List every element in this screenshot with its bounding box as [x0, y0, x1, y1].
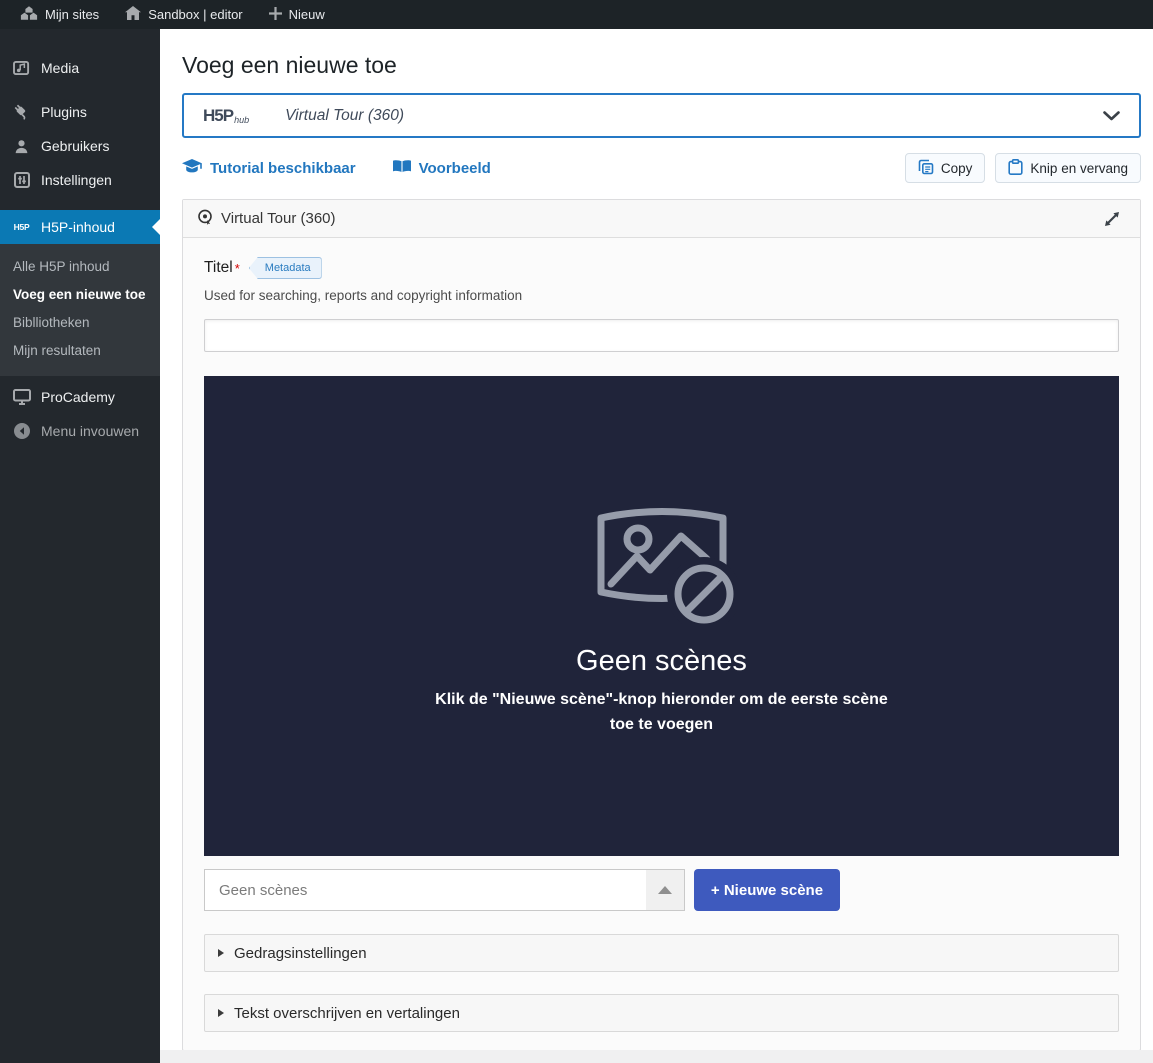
- monitor-icon: [11, 389, 32, 405]
- accordion-text-overrides[interactable]: Tekst overschrijven en vertalingen: [204, 994, 1119, 1032]
- graduation-cap-icon: [182, 159, 202, 178]
- page-title: Voeg een nieuwe toe: [182, 50, 1141, 80]
- title-input[interactable]: [204, 319, 1119, 352]
- sidebar: Media Plugins Gebruikers Instellingen H5…: [0, 29, 160, 1063]
- title-field-label: Titel: [204, 259, 233, 277]
- home-icon: [125, 6, 141, 23]
- sidebar-item-collapse-menu[interactable]: Menu invouwen: [0, 414, 160, 448]
- user-icon: [11, 139, 32, 154]
- clipboard-actions: Copy Knip en vervang: [905, 153, 1141, 183]
- title-field-label-row: Titel * Metadata: [204, 257, 1119, 279]
- triangle-up-icon: [658, 886, 672, 894]
- empty-state-instruction-line1: Klik de "Nieuwe scène"-knop hieronder om…: [435, 691, 888, 708]
- sidebar-collapse-label: Menu invouwen: [41, 423, 139, 439]
- sidebar-media-label: Media: [41, 60, 79, 76]
- accordion-text-overrides-label: Tekst overschrijven en vertalingen: [234, 1005, 460, 1022]
- triangle-right-icon: [218, 949, 224, 957]
- toolbar-row: Tutorial beschikbaar Voorbeeld Copy: [182, 152, 1141, 184]
- sidebar-item-procademy[interactable]: ProCademy: [0, 380, 160, 414]
- sidebar-h5p-label: H5P-inhoud: [41, 219, 115, 235]
- fullscreen-button[interactable]: [1098, 205, 1126, 233]
- collapse-arrow-icon: [11, 422, 32, 440]
- copy-button-label: Copy: [941, 161, 973, 176]
- plugins-icon: [11, 103, 32, 121]
- accordion-behaviour-settings[interactable]: Gedragsinstellingen: [204, 934, 1119, 972]
- sidebar-item-settings[interactable]: Instellingen: [0, 163, 160, 197]
- sidebar-item-h5p-content[interactable]: H5P H5P-inhoud: [0, 210, 160, 244]
- example-link[interactable]: Voorbeeld: [393, 160, 491, 177]
- virtual-tour-icon: [197, 209, 213, 229]
- scene-select-collapse-toggle[interactable]: [646, 870, 684, 910]
- content-type-selector[interactable]: H5Phub Virtual Tour (360): [182, 93, 1141, 138]
- h5p-hub-logo: H5Phub: [203, 106, 249, 126]
- scene-select-dropdown[interactable]: Geen scènes: [204, 869, 685, 911]
- sidebar-item-media[interactable]: Media: [0, 51, 160, 85]
- network-icon: [20, 6, 38, 24]
- h5p-submenu: Alle H5P inhoud Voeg een nieuwe toe Bibl…: [0, 244, 160, 376]
- admin-bar-my-sites-label: Mijn sites: [45, 7, 99, 22]
- sidebar-item-users[interactable]: Gebruikers: [0, 129, 160, 163]
- scene-preview-empty-state: Geen scènes Klik de "Nieuwe scène"-knop …: [204, 376, 1119, 856]
- submenu-item-my-results[interactable]: Mijn resultaten: [0, 336, 160, 364]
- chevron-down-icon: [1103, 111, 1120, 121]
- submenu-item-all-h5p[interactable]: Alle H5P inhoud: [0, 252, 160, 280]
- menu-separator: [0, 85, 160, 95]
- sidebar-plugins-label: Plugins: [41, 104, 87, 120]
- example-link-label: Voorbeeld: [419, 160, 491, 177]
- book-icon: [393, 160, 411, 177]
- content-footer-strip: [160, 1050, 1153, 1063]
- tutorial-link[interactable]: Tutorial beschikbaar: [182, 159, 356, 178]
- clipboard-icon: [1008, 159, 1023, 178]
- paste-replace-button-label: Knip en vervang: [1030, 161, 1128, 176]
- copy-button[interactable]: Copy: [905, 153, 986, 183]
- sidebar-procademy-label: ProCademy: [41, 389, 115, 405]
- h5p-editor-panel: Virtual Tour (360) Titel * Metadata Used…: [182, 199, 1141, 1051]
- media-icon: [11, 60, 32, 76]
- editor-panel-header: Virtual Tour (360): [183, 200, 1140, 238]
- new-scene-button[interactable]: + Nieuwe scène: [694, 869, 840, 911]
- sidebar-settings-label: Instellingen: [41, 172, 112, 188]
- copy-icon: [918, 159, 934, 178]
- no-image-icon: [586, 494, 738, 629]
- submenu-item-add-new[interactable]: Voeg een nieuwe toe: [0, 280, 160, 308]
- admin-bar-new-label: Nieuw: [289, 7, 325, 22]
- sidebar-item-plugins[interactable]: Plugins: [0, 95, 160, 129]
- submenu-item-libraries[interactable]: Biblliotheken: [0, 308, 160, 336]
- selected-content-type: Virtual Tour (360): [285, 107, 404, 125]
- content-area: Voeg een nieuwe toe H5Phub Virtual Tour …: [160, 29, 1153, 1063]
- admin-bar: Mijn sites Sandbox | editor Nieuw: [0, 0, 1153, 29]
- plus-icon: [269, 7, 282, 23]
- admin-bar-new[interactable]: Nieuw: [261, 0, 333, 29]
- title-field-description: Used for searching, reports and copyrigh…: [204, 288, 1119, 303]
- sidebar-users-label: Gebruikers: [41, 138, 109, 154]
- metadata-button[interactable]: Metadata: [249, 257, 322, 279]
- scene-select-value: Geen scènes: [205, 882, 307, 899]
- paste-replace-button[interactable]: Knip en vervang: [995, 153, 1141, 183]
- tutorial-link-label: Tutorial beschikbaar: [210, 160, 356, 177]
- empty-state-instruction: Klik de "Nieuwe scène"-knop hieronder om…: [435, 688, 888, 738]
- accordion-behaviour-label: Gedragsinstellingen: [234, 945, 367, 962]
- editor-panel-body: Titel * Metadata Used for searching, rep…: [183, 238, 1140, 1050]
- editor-panel-title: Virtual Tour (360): [221, 210, 336, 227]
- screen: Mijn sites Sandbox | editor Nieuw Media: [0, 0, 1153, 1063]
- scene-controls-row: Geen scènes + Nieuwe scène: [204, 869, 1119, 911]
- active-menu-arrow: [144, 219, 160, 235]
- triangle-right-icon: [218, 1009, 224, 1017]
- h5p-icon: H5P: [11, 222, 32, 232]
- settings-icon: [11, 172, 32, 188]
- required-asterisk: *: [235, 261, 240, 276]
- menu-separator: [0, 197, 160, 210]
- empty-state-heading: Geen scènes: [576, 645, 747, 678]
- admin-bar-site[interactable]: Sandbox | editor: [117, 0, 250, 29]
- empty-state-instruction-line2: toe te voegen: [610, 716, 713, 733]
- admin-bar-my-sites[interactable]: Mijn sites: [12, 0, 107, 29]
- admin-bar-site-label: Sandbox | editor: [148, 7, 242, 22]
